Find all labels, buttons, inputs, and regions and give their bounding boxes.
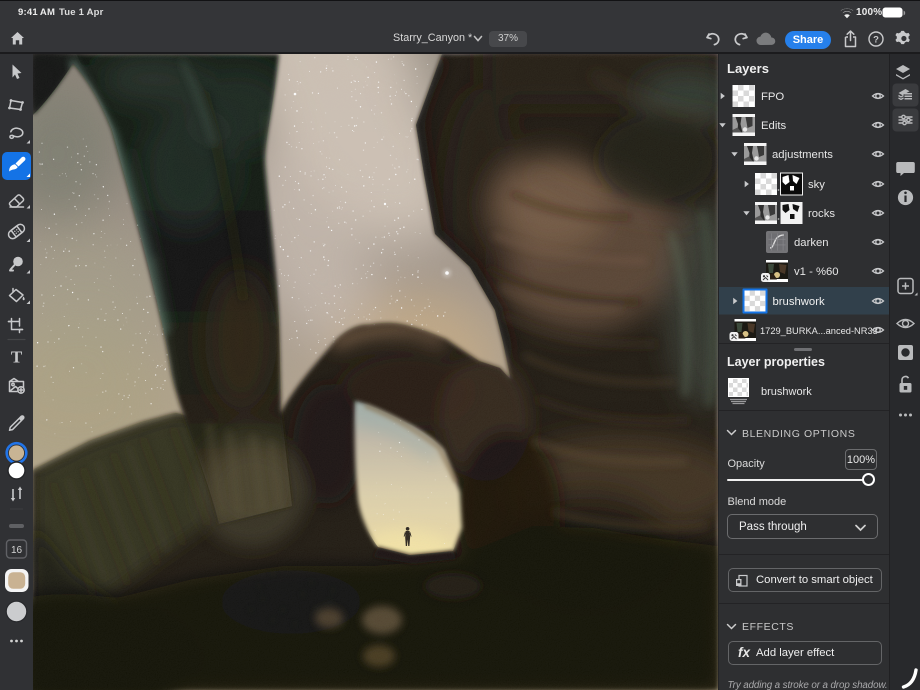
svg-text:rocks: rocks bbox=[808, 208, 835, 220]
svg-text:T: T bbox=[11, 348, 23, 367]
svg-text:sky: sky bbox=[808, 179, 825, 191]
svg-text:v1 - %60: v1 - %60 bbox=[794, 266, 839, 278]
svg-text:1729_BURKA...anced-NR33: 1729_BURKA...anced-NR33 bbox=[760, 326, 878, 336]
svg-text:brushwork: brushwork bbox=[773, 296, 825, 308]
svg-text:darken: darken bbox=[794, 237, 829, 249]
svg-text:16: 16 bbox=[11, 545, 23, 556]
svg-text:Edits: Edits bbox=[761, 120, 786, 132]
svg-text:adjustments: adjustments bbox=[772, 149, 833, 161]
svg-text:FPO: FPO bbox=[761, 91, 784, 103]
svg-text:?: ? bbox=[873, 34, 879, 45]
